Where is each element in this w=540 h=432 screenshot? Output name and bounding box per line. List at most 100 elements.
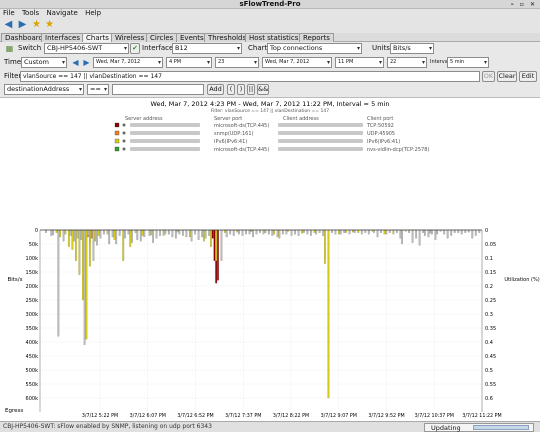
bar: [87, 229, 90, 236]
bar: [64, 229, 67, 235]
filter-or-button[interactable]: ||: [247, 84, 255, 95]
bar: [443, 229, 446, 235]
bar: [143, 229, 146, 238]
filter-ok-button[interactable]: OK: [482, 71, 495, 82]
bar: [339, 229, 342, 235]
back-arrow-icon[interactable]: ◀: [3, 19, 14, 30]
bar: [215, 229, 218, 261]
switch-select[interactable]: CBJ-HP5406-SWT: [44, 43, 129, 54]
favorites-icon[interactable]: ★: [44, 19, 55, 30]
bar: [273, 229, 275, 235]
bar: [395, 229, 398, 233]
left-tick-label: 500k: [26, 368, 39, 374]
step-forward-icon[interactable]: ▶: [81, 57, 92, 68]
tab-reports[interactable]: Reports: [299, 33, 334, 42]
switch-confirm-check-icon[interactable]: ✔: [130, 43, 140, 54]
start-date-select[interactable]: Wed, Mar 7, 2012: [93, 57, 163, 68]
tab-bar: Dashboard Interfaces Charts Wireless Cir…: [0, 33, 540, 42]
bar: [136, 229, 139, 240]
bar: [52, 229, 54, 236]
time-row: Time Custom ◀ ▶ Wed, Mar 7, 2012 4 PM 23…: [0, 57, 540, 70]
menu-help[interactable]: Help: [85, 9, 101, 17]
tab-circles[interactable]: Circles: [146, 33, 178, 42]
left-zero-label: 0: [35, 228, 38, 234]
legend-header-server-port: Server port: [214, 116, 242, 122]
menu-file[interactable]: File: [3, 9, 15, 17]
right-tick-label: 0.35: [485, 326, 496, 332]
bar: [111, 229, 114, 238]
bar: [148, 229, 151, 236]
bar: [167, 229, 170, 235]
filter-input[interactable]: vlanSource == 147 || vlanDestination == …: [20, 71, 480, 82]
filter-close-paren-button[interactable]: ): [237, 84, 245, 95]
legend-header-client-port: Client port: [367, 116, 393, 122]
time-label: Time: [4, 58, 22, 66]
units-select[interactable]: Bits/s: [390, 43, 434, 54]
filter-add-button[interactable]: Add: [207, 84, 224, 95]
bar: [474, 229, 477, 236]
bar: [343, 229, 346, 233]
bar: [139, 229, 142, 242]
right-tick-label: 0.6: [485, 396, 493, 402]
bar: [162, 229, 165, 236]
start-minute-select[interactable]: 23: [215, 57, 259, 68]
chart-subtitle: Filter: vlanSource == 147 || vlanDestina…: [211, 108, 329, 114]
bar: [127, 229, 130, 235]
legend-marker: [122, 147, 126, 151]
step-back-icon[interactable]: ◀: [70, 57, 81, 68]
bar: [422, 229, 425, 233]
legend-header-server-address: Server address: [125, 116, 163, 122]
bar: [80, 229, 83, 240]
interface-select[interactable]: B12: [172, 43, 242, 54]
bar: [424, 229, 426, 236]
legend-client-port: TCP:50592: [366, 123, 394, 129]
bar: [418, 229, 421, 246]
legend-swatch: [114, 130, 120, 136]
bar: [401, 229, 404, 245]
star-add-icon[interactable]: ★: [31, 19, 42, 30]
legend-client-address-redacted: [278, 139, 363, 143]
bar: [315, 229, 318, 235]
chart-panel: Wed, Mar 7, 2012 4:23 PM - Wed, Mar 7, 2…: [0, 97, 540, 421]
window-title: sFlowTrend-Pro: [239, 0, 301, 8]
tab-wireless[interactable]: Wireless: [111, 33, 149, 42]
filter-open-paren-button[interactable]: (: [227, 84, 235, 95]
window-controls[interactable]: – ▫ ✕: [511, 1, 537, 8]
end-date-select[interactable]: Wed, Mar 7, 2012: [262, 57, 332, 68]
legend-marker: [122, 139, 126, 143]
legend-server-address-redacted: [130, 131, 200, 135]
legend-swatch: [114, 122, 120, 128]
tab-events[interactable]: Events: [176, 33, 208, 42]
bar: [373, 229, 375, 233]
time-select[interactable]: Custom: [21, 57, 67, 68]
chart-select[interactable]: Top connections: [267, 43, 362, 54]
legend-server-port: IPv6(IPv6:41): [214, 139, 247, 145]
interval-select[interactable]: 5 min: [447, 57, 489, 68]
bar: [115, 229, 118, 245]
bar: [131, 229, 133, 243]
end-hour-select[interactable]: 11 PM: [335, 57, 384, 68]
tab-host-statistics[interactable]: Host statistics: [245, 33, 303, 42]
tab-charts[interactable]: Charts: [82, 33, 113, 42]
end-minute-select[interactable]: 22: [387, 57, 427, 68]
tab-thresholds[interactable]: Thresholds: [204, 33, 251, 42]
bar: [181, 229, 184, 236]
left-tick-label: 600k: [26, 396, 39, 402]
filter-operator-select[interactable]: ==: [87, 84, 109, 95]
left-tick-label: 50k: [29, 242, 38, 248]
filter-clear-button[interactable]: Clear: [497, 71, 517, 82]
update-progress-label: Updating: [431, 424, 461, 432]
filter-and-button[interactable]: &&: [257, 84, 269, 95]
filter-value-input[interactable]: [112, 84, 204, 95]
right-tick-label: 0.55: [485, 382, 496, 388]
bar: [301, 229, 304, 234]
left-axis-label: Bits/s: [7, 277, 22, 283]
menu-navigate[interactable]: Navigate: [46, 9, 77, 17]
forward-arrow-icon[interactable]: ▶: [17, 19, 28, 30]
right-tick-label: 0.45: [485, 354, 496, 360]
filter-field-select[interactable]: destinationAddress: [4, 84, 84, 95]
menu-tools[interactable]: Tools: [22, 9, 39, 17]
filter-edit-button[interactable]: Edit: [519, 71, 537, 82]
start-hour-select[interactable]: 4 PM: [166, 57, 212, 68]
tab-interfaces[interactable]: Interfaces: [41, 33, 84, 42]
